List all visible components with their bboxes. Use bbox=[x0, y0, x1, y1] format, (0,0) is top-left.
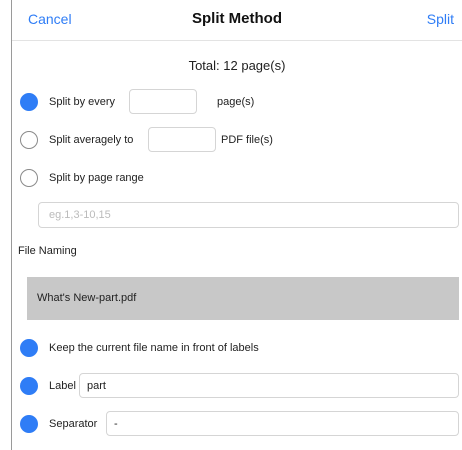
split-average-unit: PDF file(s) bbox=[221, 134, 273, 146]
total-pages-text: Total: 12 page(s) bbox=[188, 58, 286, 73]
split-average-label: Split averagely to bbox=[49, 134, 134, 146]
keep-name-label: Keep the current file name in front of l… bbox=[49, 342, 259, 354]
keep-name-radio[interactable] bbox=[20, 339, 38, 357]
navigation-bar: Cancel Split Method Split bbox=[12, 0, 462, 41]
pages-per-split-input[interactable] bbox=[129, 89, 197, 114]
page-title: Split Method bbox=[192, 10, 282, 27]
separator-input[interactable] bbox=[106, 411, 459, 436]
file-name-preview: What's New-part.pdf bbox=[27, 277, 459, 320]
page-range-input[interactable] bbox=[38, 202, 459, 228]
split-range-radio[interactable] bbox=[20, 169, 38, 187]
label-option-label: Label bbox=[49, 380, 76, 392]
split-button[interactable]: Split bbox=[427, 11, 454, 27]
file-name-preview-text: What's New-part.pdf bbox=[37, 292, 137, 304]
separator-option-label: Separator bbox=[49, 418, 98, 430]
split-every-label: Split by every bbox=[49, 96, 116, 108]
split-range-label: Split by page range bbox=[49, 172, 144, 184]
split-average-radio[interactable] bbox=[20, 131, 38, 149]
label-radio[interactable] bbox=[20, 377, 38, 395]
separator-radio[interactable] bbox=[20, 415, 38, 433]
file-naming-heading: File Naming bbox=[18, 245, 77, 257]
split-every-unit: page(s) bbox=[217, 96, 255, 108]
split-every-radio[interactable] bbox=[20, 93, 38, 111]
label-input[interactable] bbox=[79, 373, 459, 398]
file-count-input[interactable] bbox=[148, 127, 216, 152]
